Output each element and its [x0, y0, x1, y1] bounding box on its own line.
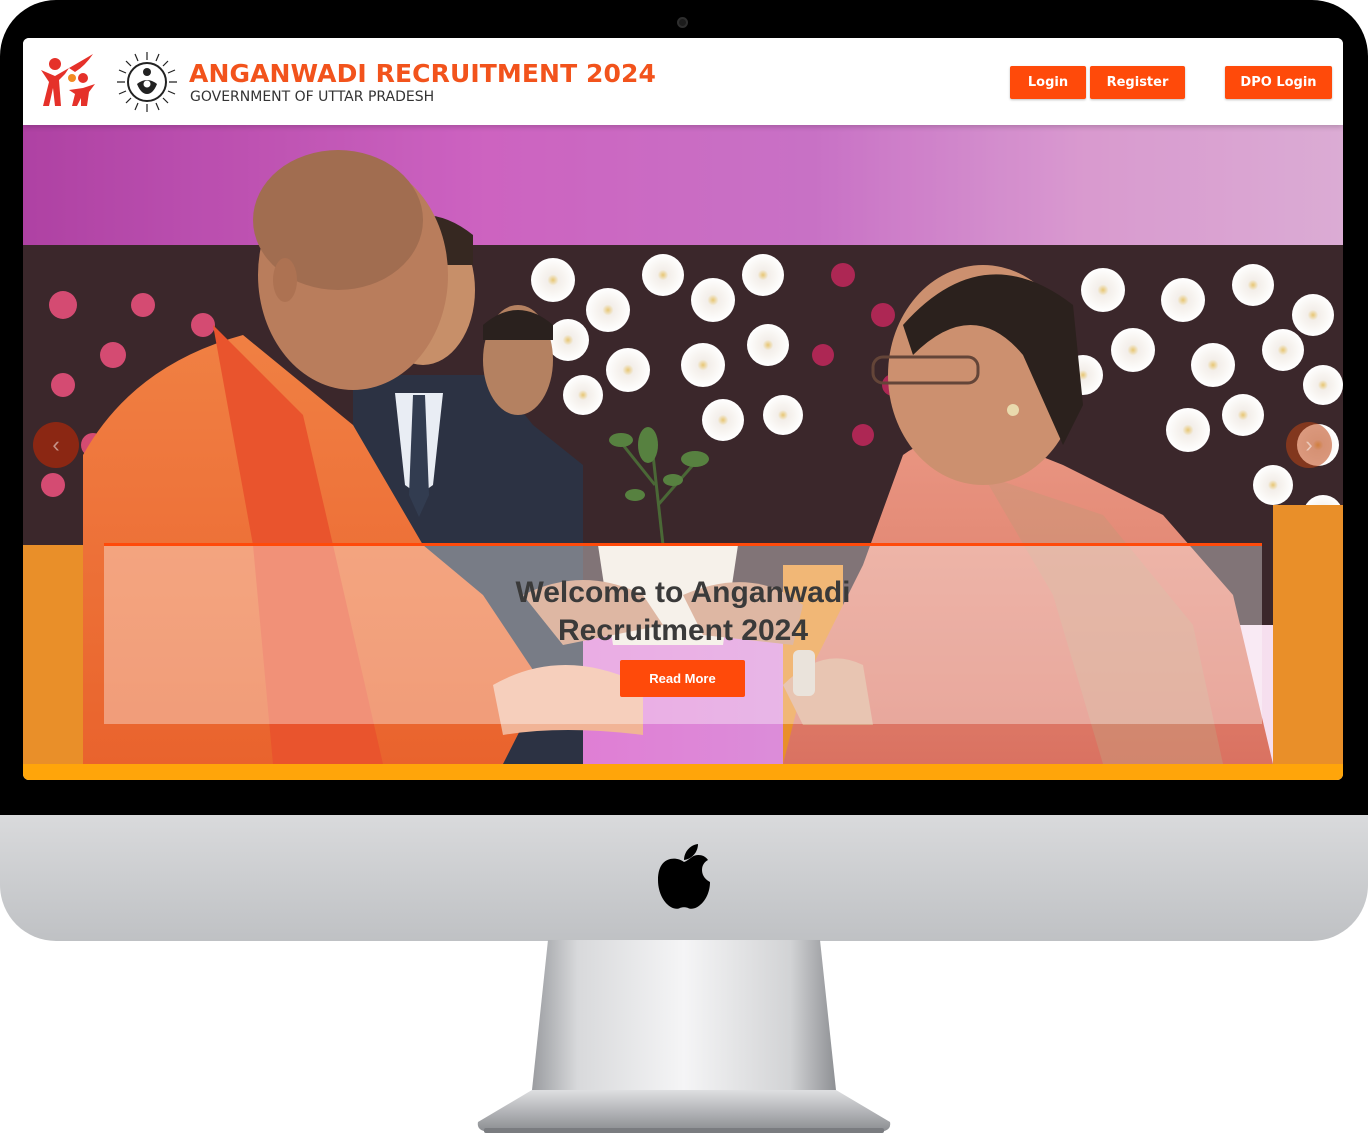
browser-screen: ANGANWADI RECRUITMENT 2024 GOVERNMENT OF… — [23, 38, 1343, 780]
footer-accent-strip — [23, 764, 1343, 780]
hero-carousel: ‹ › Welcome to Anganwadi Recruitment 202… — [23, 125, 1343, 764]
dpo-login-button[interactable]: DPO Login — [1225, 66, 1332, 99]
register-button[interactable]: Register — [1090, 66, 1185, 99]
carousel-prev-arrow-icon[interactable]: ‹ — [33, 422, 79, 468]
monitor-stand — [477, 940, 891, 1133]
site-title: ANGANWADI RECRUITMENT 2024 — [189, 59, 657, 88]
hero-caption: Welcome to Anganwadi Recruitment 2024 Re… — [104, 543, 1262, 724]
site-subtitle: GOVERNMENT OF UTTAR PRADESH — [190, 89, 435, 105]
read-more-button[interactable]: Read More — [620, 660, 745, 697]
site-header: ANGANWADI RECRUITMENT 2024 GOVERNMENT OF… — [23, 38, 1343, 125]
caption-line-2: Recruitment 2024 — [557, 614, 809, 647]
caption-title: Welcome to Anganwadi Recruitment 2024 — [104, 574, 1262, 650]
login-button[interactable]: Login — [1010, 66, 1086, 99]
apple-logo-icon — [658, 844, 710, 909]
icds-emblem-icon — [117, 52, 177, 112]
camera-icon — [677, 17, 688, 28]
caption-line-1: Welcome to Anganwadi — [515, 576, 851, 609]
anganwadi-kids-logo-icon[interactable] — [39, 54, 99, 110]
carousel-next-arrow-icon[interactable]: › — [1286, 422, 1332, 468]
